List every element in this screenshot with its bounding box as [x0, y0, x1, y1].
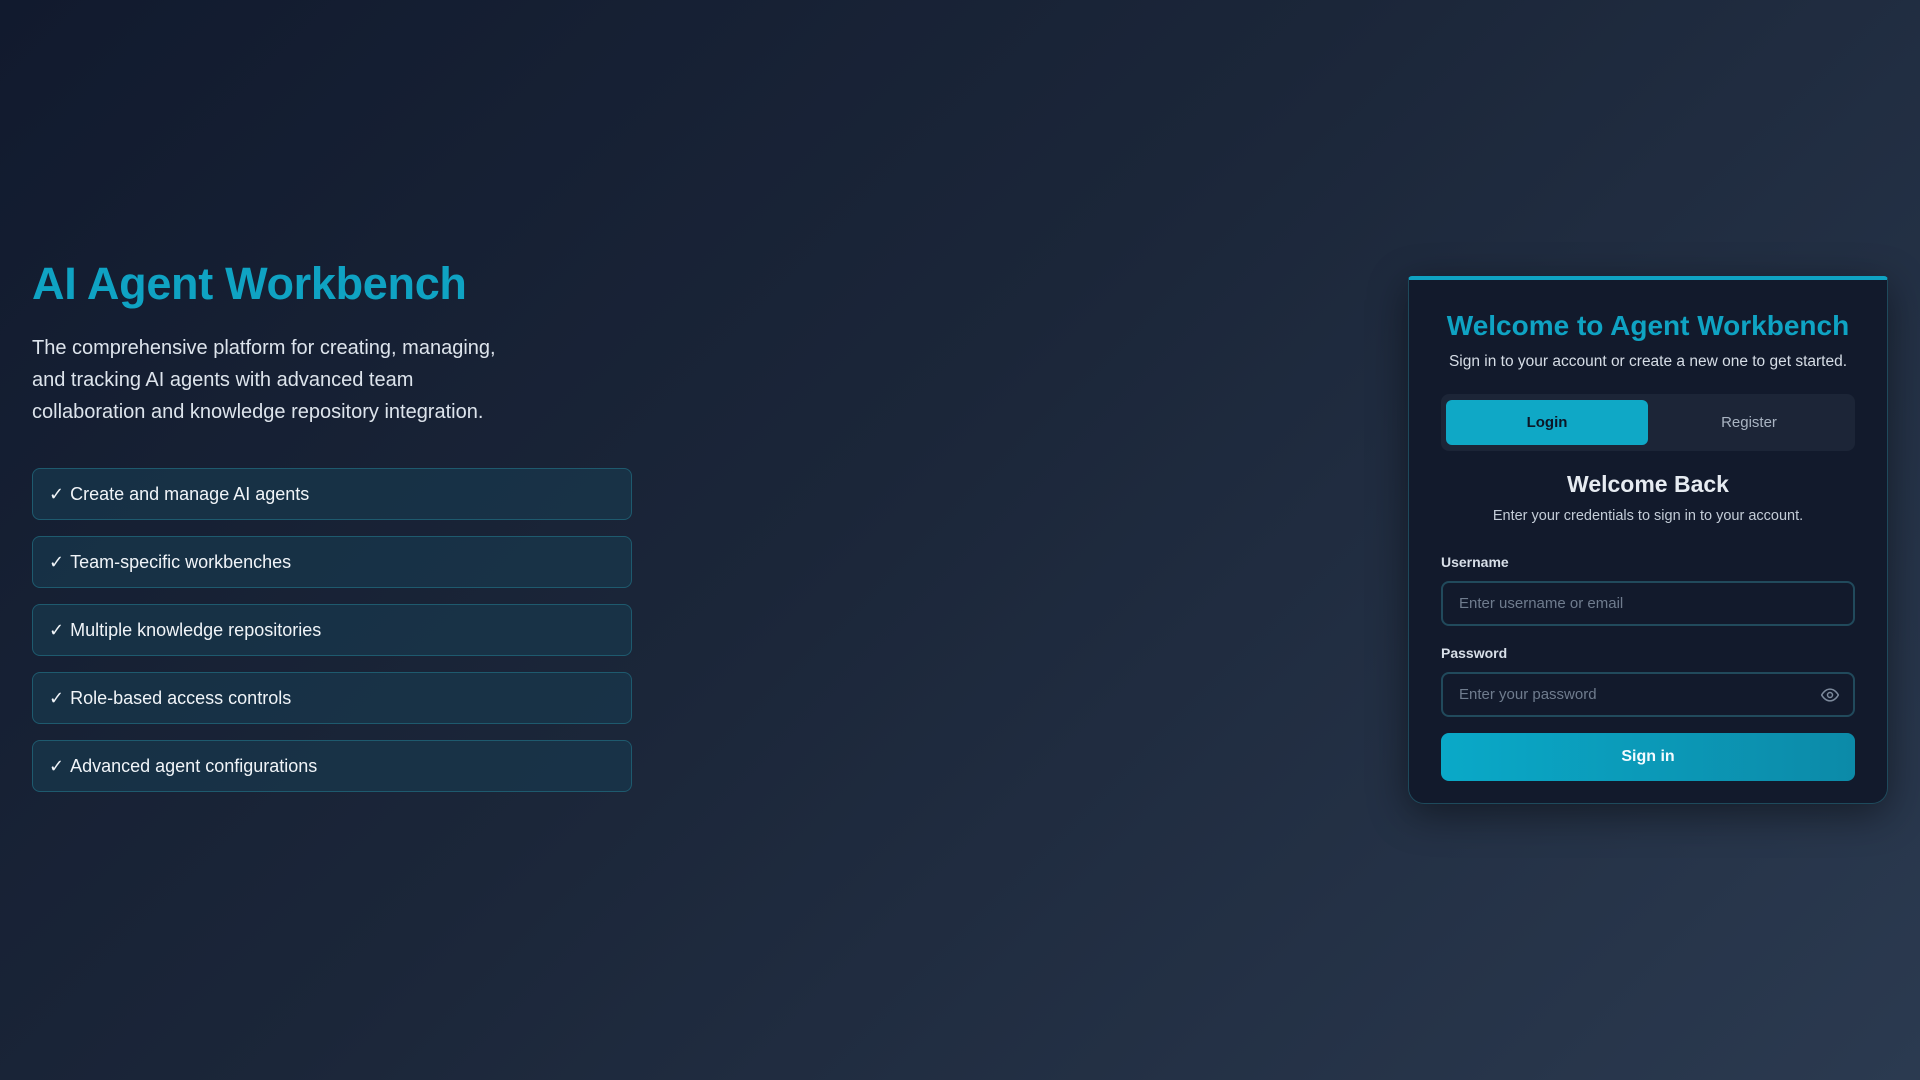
feature-item-create-agents: ✓ Create and manage AI agents — [32, 468, 632, 520]
check-icon: ✓ — [49, 755, 65, 776]
username-field-wrapper — [1441, 581, 1855, 626]
auth-card: Welcome to Agent Workbench Sign in to yo… — [1408, 276, 1888, 804]
feature-label: Team-specific workbenches — [70, 551, 292, 572]
form-subheading: Enter your credentials to sign in to you… — [1492, 508, 1804, 524]
username-input[interactable] — [1441, 581, 1855, 626]
card-title: Welcome to Agent Workbench — [1446, 310, 1850, 341]
feature-list: ✓ Create and manage AI agents ✓ Team-spe… — [32, 468, 632, 792]
hero-title: AI Agent Workbench — [32, 258, 467, 309]
check-icon: ✓ — [49, 619, 65, 640]
feature-label: Role-based access controls — [70, 687, 292, 708]
hero-section: AI Agent Workbench The comprehensive pla… — [32, 254, 632, 792]
tab-login[interactable]: Login — [1446, 400, 1648, 445]
password-field-wrapper — [1441, 672, 1855, 717]
auth-tabs: Login Register — [1441, 394, 1855, 451]
feature-item-workbenches: ✓ Team-specific workbenches — [32, 536, 632, 588]
feature-label: Advanced agent configurations — [70, 755, 318, 776]
feature-item-configurations: ✓ Advanced agent configurations — [32, 740, 632, 792]
password-input[interactable] — [1441, 672, 1855, 717]
feature-label: Create and manage AI agents — [70, 483, 310, 504]
check-icon: ✓ — [49, 687, 65, 708]
feature-item-repositories: ✓ Multiple knowledge repositories — [32, 604, 632, 656]
feature-label: Multiple knowledge repositories — [70, 619, 322, 640]
check-icon: ✓ — [49, 551, 65, 572]
form-heading: Welcome Back — [1567, 471, 1729, 497]
feature-item-access-controls: ✓ Role-based access controls — [32, 672, 632, 724]
eye-icon[interactable] — [1819, 684, 1841, 706]
password-label: Password — [1441, 645, 1508, 661]
sign-in-button[interactable]: Sign in — [1441, 733, 1855, 781]
card-subtitle: Sign in to your account or create a new … — [1448, 353, 1848, 370]
tab-register[interactable]: Register — [1648, 400, 1850, 445]
username-label: Username — [1441, 554, 1509, 570]
hero-description: The comprehensive platform for creating,… — [32, 337, 496, 423]
check-icon: ✓ — [49, 483, 65, 504]
